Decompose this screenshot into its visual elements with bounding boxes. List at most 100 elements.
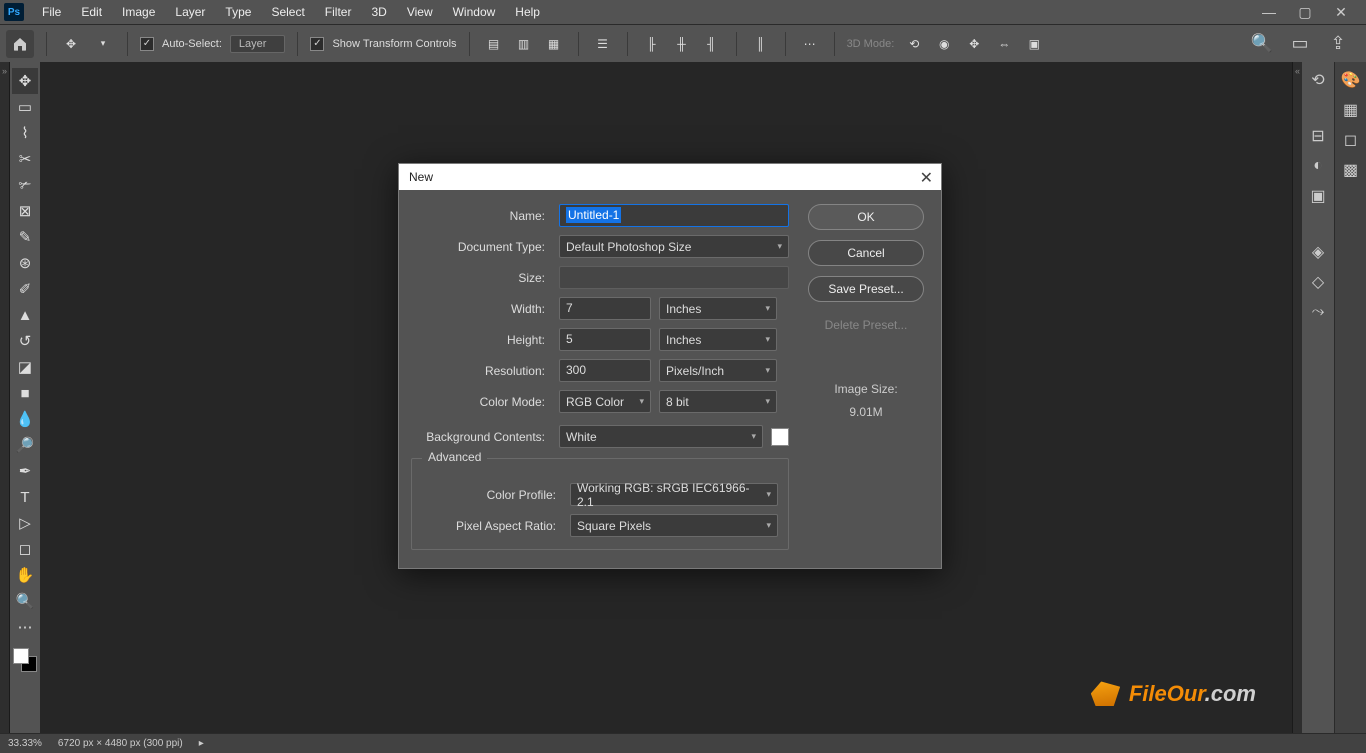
align-center-h-icon[interactable]: ▥ <box>512 32 536 56</box>
statusbar-chevron-icon[interactable]: ▸ <box>199 738 204 749</box>
paths-panel-icon[interactable]: ⤳ <box>1306 300 1330 324</box>
pen-tool[interactable]: ✒ <box>12 458 38 484</box>
menu-edit[interactable]: Edit <box>71 5 112 19</box>
chevron-down-icon[interactable]: ▾ <box>91 32 115 56</box>
path-select-tool[interactable]: ▷ <box>12 510 38 536</box>
options-bar: ✥ ▾ ✓ Auto-Select: Layer ✓ Show Transfor… <box>0 24 1366 62</box>
right-panel-collapse[interactable]: « <box>1292 62 1302 733</box>
patterns-panel-icon[interactable]: ▩ <box>1339 158 1363 182</box>
show-transform-checkbox[interactable]: ✓ <box>310 37 324 51</box>
color-mode-select[interactable]: RGB Color▾ <box>559 390 651 413</box>
frame-tool[interactable]: ⊠ <box>12 198 38 224</box>
new-document-dialog: New ✕ Name: Untitled-1 Document Type: De… <box>398 163 942 569</box>
share-icon[interactable]: ⇪ <box>1326 32 1350 56</box>
width-unit-select[interactable]: Inches▾ <box>659 297 777 320</box>
minimize-icon[interactable]: — <box>1258 4 1280 21</box>
menu-file[interactable]: File <box>32 5 71 19</box>
channels-panel-icon[interactable]: ◇ <box>1306 270 1330 294</box>
align-right-icon[interactable]: ▦ <box>542 32 566 56</box>
quick-select-tool[interactable]: ✂ <box>12 146 38 172</box>
save-preset-button[interactable]: Save Preset... <box>808 276 924 302</box>
menu-window[interactable]: Window <box>443 5 506 19</box>
document-info[interactable]: 6720 px × 4480 px (300 ppi) <box>58 738 183 749</box>
ok-button[interactable]: OK <box>808 204 924 230</box>
3d-mode-label: 3D Mode: <box>847 38 895 50</box>
blur-tool[interactable]: 💧 <box>12 406 38 432</box>
distribute-bottom-icon[interactable]: ╢ <box>700 32 724 56</box>
gradients-panel-icon[interactable]: ◻ <box>1339 128 1363 152</box>
menu-3d[interactable]: 3D <box>361 5 396 19</box>
brush-tool[interactable]: ✐ <box>12 276 38 302</box>
foreground-background-swatch[interactable] <box>13 648 37 672</box>
zoom-tool[interactable]: 🔍 <box>12 588 38 614</box>
workspace-switcher-icon[interactable]: ▭ <box>1288 32 1312 56</box>
distribute-h-icon[interactable]: ║ <box>749 32 773 56</box>
3d-orbit-icon[interactable]: ⟲ <box>902 32 926 56</box>
color-depth-select[interactable]: 8 bit▾ <box>659 390 777 413</box>
menu-type[interactable]: Type <box>215 5 261 19</box>
height-input[interactable]: 5 <box>559 328 651 351</box>
height-unit-select[interactable]: Inches▾ <box>659 328 777 351</box>
cancel-button[interactable]: Cancel <box>808 240 924 266</box>
crop-tool[interactable]: ✃ <box>12 172 38 198</box>
menu-view[interactable]: View <box>397 5 443 19</box>
eraser-tool[interactable]: ◪ <box>12 354 38 380</box>
aspect-ratio-select[interactable]: Square Pixels▾ <box>570 514 778 537</box>
width-input[interactable]: 7 <box>559 297 651 320</box>
menu-image[interactable]: Image <box>112 5 165 19</box>
history-brush-tool[interactable]: ↺ <box>12 328 38 354</box>
3d-slide-icon[interactable]: ⇔ <box>992 32 1016 56</box>
lasso-tool[interactable]: ⌇ <box>12 120 38 146</box>
history-panel-icon[interactable]: ⟲ <box>1306 68 1330 92</box>
eyedropper-tool[interactable]: ✎ <box>12 224 38 250</box>
bg-contents-select[interactable]: White▾ <box>559 425 763 448</box>
align-left-icon[interactable]: ▤ <box>482 32 506 56</box>
dialog-close-icon[interactable]: ✕ <box>920 168 933 188</box>
name-input[interactable]: Untitled-1 <box>559 204 789 227</box>
move-tool-icon[interactable]: ✥ <box>59 32 83 56</box>
align-menu-icon[interactable]: ☰ <box>591 32 615 56</box>
resolution-unit-select[interactable]: Pixels/Inch▾ <box>659 359 777 382</box>
restore-icon[interactable]: ▢ <box>1294 4 1316 21</box>
properties-panel-icon[interactable]: ⊟ <box>1306 124 1330 148</box>
auto-select-checkbox[interactable]: ✓ <box>140 37 154 51</box>
gradient-tool[interactable]: ■ <box>12 380 38 406</box>
adjustments-panel-icon[interactable]: ◐ <box>1306 154 1330 178</box>
3d-zoom-icon[interactable]: ▣ <box>1022 32 1046 56</box>
healing-tool[interactable]: ⊛ <box>12 250 38 276</box>
menu-help[interactable]: Help <box>505 5 550 19</box>
distribute-top-icon[interactable]: ╟ <box>640 32 664 56</box>
zoom-level[interactable]: 33.33% <box>8 738 42 749</box>
shape-tool[interactable]: ◻ <box>12 536 38 562</box>
menu-filter[interactable]: Filter <box>315 5 362 19</box>
move-tool[interactable]: ✥ <box>12 68 38 94</box>
resolution-input[interactable]: 300 <box>559 359 651 382</box>
bg-color-swatch[interactable] <box>771 428 789 446</box>
clone-stamp-tool[interactable]: ▲ <box>12 302 38 328</box>
3d-pan-icon[interactable]: ✥ <box>962 32 986 56</box>
advanced-label: Advanced <box>422 450 487 464</box>
search-icon[interactable]: 🔍 <box>1250 32 1274 56</box>
size-select[interactable] <box>559 266 789 289</box>
dialog-titlebar[interactable]: New ✕ <box>399 164 941 190</box>
edit-toolbar[interactable]: ⋯ <box>12 614 38 640</box>
doc-type-select[interactable]: Default Photoshop Size▾ <box>559 235 789 258</box>
type-tool[interactable]: T <box>12 484 38 510</box>
close-icon[interactable]: ✕ <box>1330 4 1352 21</box>
auto-select-target[interactable]: Layer <box>230 35 286 53</box>
libraries-panel-icon[interactable]: ▣ <box>1306 184 1330 208</box>
layers-panel-icon[interactable]: ◈ <box>1306 240 1330 264</box>
3d-roll-icon[interactable]: ◉ <box>932 32 956 56</box>
color-profile-select[interactable]: Working RGB: sRGB IEC61966-2.1▾ <box>570 483 778 506</box>
marquee-tool[interactable]: ▭ <box>12 94 38 120</box>
distribute-vcenter-icon[interactable]: ╫ <box>670 32 694 56</box>
tool-panel-collapse[interactable]: » <box>0 62 10 733</box>
color-panel-icon[interactable]: 🎨 <box>1339 68 1363 92</box>
menu-select[interactable]: Select <box>261 5 314 19</box>
menu-layer[interactable]: Layer <box>165 5 215 19</box>
swatches-panel-icon[interactable]: ▦ <box>1339 98 1363 122</box>
hand-tool[interactable]: ✋ <box>12 562 38 588</box>
home-button[interactable] <box>6 30 34 58</box>
dodge-tool[interactable]: 🔎 <box>12 432 38 458</box>
more-options-icon[interactable]: ⋯ <box>798 32 822 56</box>
